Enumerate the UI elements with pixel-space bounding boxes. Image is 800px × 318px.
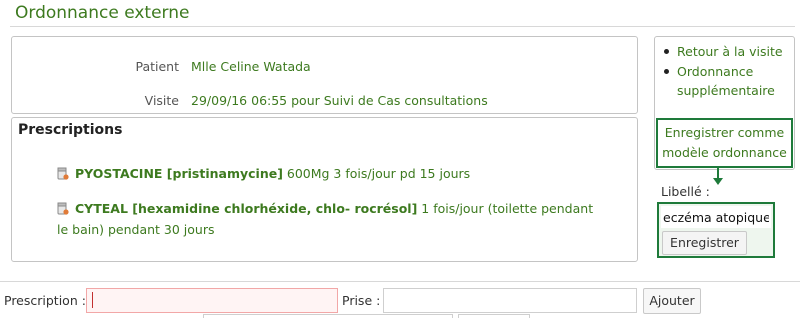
- visit-label: Visite: [144, 93, 179, 108]
- bullet-icon: [664, 49, 669, 54]
- additional-prescription-label: Ordonnance supplémentaire: [677, 64, 775, 98]
- prescription-drug-name: CYTEAL [hexamidine chlorhéxide, chlo- ro…: [75, 201, 418, 216]
- patient-value: Mlle Celine Watada: [191, 59, 311, 74]
- bullet-icon: [664, 69, 669, 74]
- prescription-item[interactable]: PYOSTACINE [pristinamycine] 600Mg 3 fois…: [57, 163, 597, 184]
- prise-label: Prise :: [342, 293, 381, 308]
- save-as-template-button[interactable]: Enregistrer comme modèle ordonnance: [656, 118, 793, 168]
- arrow-down-icon: [713, 178, 723, 185]
- additional-prescription-link[interactable]: Ordonnance supplémentaire: [664, 62, 789, 100]
- medication-icon: [57, 200, 69, 215]
- text-cursor: [92, 292, 93, 308]
- prescription-input[interactable]: [86, 288, 338, 313]
- prescriptions-heading: Prescriptions: [18, 122, 123, 138]
- prescription-dosage: 600Mg 3 fois/jour pd 15 jours: [282, 166, 471, 181]
- back-to-visit-label: Retour à la visite: [677, 44, 783, 59]
- libelle-input[interactable]: [661, 206, 771, 228]
- prescriptions-panel: Prescriptions PYOSTACINE [pristinamycine…: [11, 117, 638, 262]
- template-save-panel: Enregistrer: [657, 202, 775, 258]
- medication-icon: [57, 165, 69, 180]
- title-divider: [10, 26, 795, 27]
- back-to-visit-link[interactable]: Retour à la visite: [664, 42, 789, 61]
- save-button[interactable]: Enregistrer: [662, 231, 747, 255]
- partially-visible-field[interactable]: [203, 314, 453, 318]
- partially-visible-button[interactable]: [458, 314, 530, 318]
- form-divider: [0, 281, 800, 282]
- prescription-label: Prescription :: [4, 293, 86, 308]
- page-title: Ordonnance externe: [15, 3, 190, 23]
- prise-input[interactable]: [383, 288, 637, 313]
- add-button[interactable]: Ajouter: [643, 288, 701, 314]
- prescription-drug-name: PYOSTACINE [pristinamycine]: [75, 166, 283, 181]
- prescription-item[interactable]: CYTEAL [hexamidine chlorhéxide, chlo- ro…: [57, 198, 597, 240]
- visit-value: 29/09/16 06:55 pour Suivi de Cas consult…: [191, 93, 488, 108]
- libelle-label: Libellé :: [661, 184, 710, 199]
- patient-info-panel: Patient Mlle Celine Watada Visite 29/09/…: [11, 36, 638, 114]
- patient-label: Patient: [135, 59, 179, 74]
